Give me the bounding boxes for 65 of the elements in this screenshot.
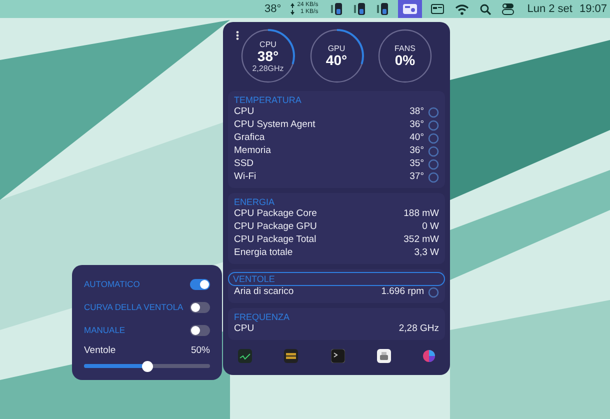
row-value: 40°: [410, 131, 424, 146]
more-options-icon[interactable]: [236, 31, 239, 40]
section-title: TEMPERATURA: [234, 94, 302, 106]
gauge-ring: [377, 28, 433, 84]
fan-speed-slider[interactable]: [84, 360, 210, 372]
row-value: 37°: [410, 170, 424, 184]
mode-label: MANUALE: [84, 324, 126, 337]
row-label: Wi-Fi: [234, 170, 258, 184]
row-value: 3,3 W: [414, 246, 439, 260]
row-value: 1.696 rpm: [381, 285, 424, 300]
row-label: CPU System Agent: [234, 118, 316, 132]
toggle-switch[interactable]: [190, 278, 210, 290]
gauge-ring: [308, 28, 364, 84]
gauge-value: 40°: [326, 53, 348, 68]
terminal-icon[interactable]: [330, 349, 344, 363]
cpu-temperature[interactable]: 38°: [264, 0, 282, 18]
slider-value: 50%: [190, 344, 210, 358]
row-value: 35°: [410, 157, 424, 172]
row-value: 0 W: [422, 220, 439, 234]
toggle-switch[interactable]: [190, 324, 210, 336]
ring-icon: [428, 172, 439, 183]
section-title: ENERGIA: [234, 196, 276, 208]
row-value: 36°: [410, 144, 424, 158]
ring-icon: [428, 107, 439, 118]
mode-label: AUTOMATICO: [84, 278, 140, 291]
row-label: CPU: [234, 322, 256, 336]
gauge-label: FANS: [394, 44, 416, 53]
gauge-value: 0%: [394, 53, 416, 68]
row-value: 352 mW: [404, 233, 439, 248]
gauge-value: 38°: [257, 48, 279, 64]
ring-icon: [428, 120, 439, 131]
row-label: Memoria: [234, 144, 272, 158]
chip-icon[interactable]: [284, 349, 298, 363]
gauge-detail: 2,28GHz: [252, 64, 284, 72]
toggle-switch[interactable]: [190, 302, 210, 313]
dashboard-icon[interactable]: [398, 0, 422, 18]
gauge-ring: [240, 28, 296, 84]
row-label: SSD: [234, 157, 255, 172]
ring-icon: [428, 133, 439, 144]
row-label: CPU Package Core: [234, 207, 318, 222]
ring-icon: [428, 146, 439, 157]
slider-label: Ventole: [84, 344, 116, 358]
row-label: CPU Package Total: [234, 233, 318, 248]
row-value: 2,28 GHz: [398, 322, 439, 336]
row-label: CPU Package GPU: [234, 220, 318, 234]
gauge-label: CPU: [260, 40, 276, 48]
row-value: 188 mW: [404, 207, 439, 222]
activity-monitor-icon[interactable]: [238, 349, 252, 363]
gauge-label: GPU: [328, 44, 346, 53]
updown-arrows-icon: [290, 3, 296, 15]
row-label: Grafica: [234, 131, 266, 146]
section-title: FREQUENZA: [234, 311, 291, 323]
ring-icon: [428, 159, 439, 170]
clock-time: 19:07: [579, 2, 607, 17]
mode-label: CURVA DELLA VENTOLA: [84, 301, 184, 314]
row-label: Energia totale: [234, 246, 294, 260]
color-wheel-icon[interactable]: [423, 350, 435, 362]
date-text: Lun 2 set: [527, 2, 572, 17]
row-label: Aria di scarico: [234, 285, 295, 300]
section-title: VENTOLE: [228, 272, 445, 286]
row-value: 38°: [410, 105, 424, 120]
row-value: 36°: [410, 118, 424, 132]
ring-icon: [428, 287, 439, 298]
row-label: CPU: [234, 105, 256, 120]
printer-icon[interactable]: [376, 349, 391, 363]
